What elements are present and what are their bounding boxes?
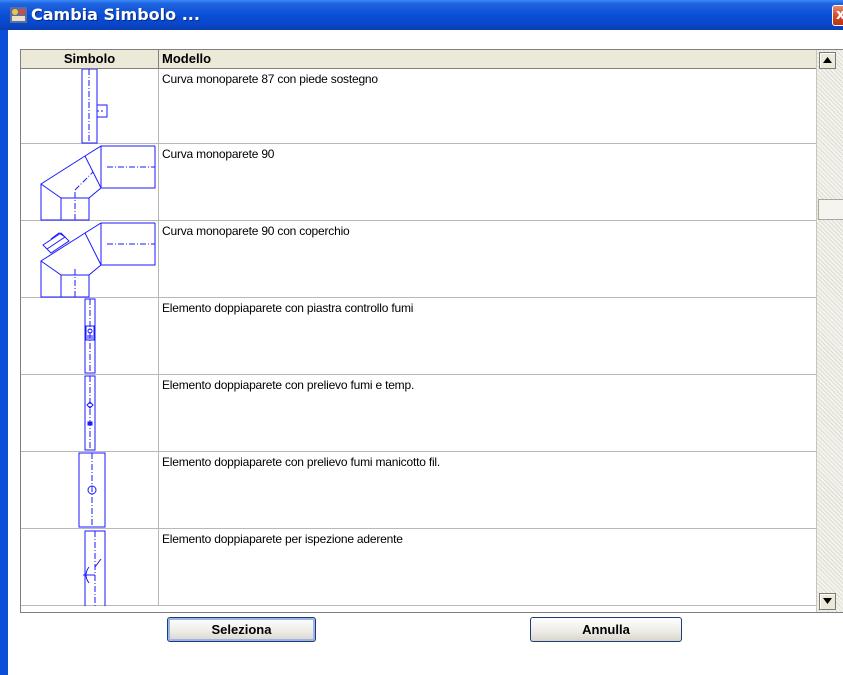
app-icon bbox=[10, 7, 27, 23]
pipe-smoke-temp-icon bbox=[84, 375, 96, 451]
symbol-cell bbox=[21, 144, 159, 221]
symbol-grid: Simbolo Modello Curva monoparete 87 con … bbox=[20, 49, 843, 613]
pipe-smoke-sleeve-icon bbox=[78, 452, 106, 528]
select-button[interactable]: Seleziona bbox=[167, 617, 316, 642]
elbow-87-support-icon bbox=[81, 69, 108, 144]
model-cell: Curva monoparete 90 con coperchio bbox=[162, 224, 350, 238]
model-cell: Curva monoparete 90 bbox=[162, 147, 275, 161]
column-header-symbol[interactable]: Simbolo bbox=[21, 50, 159, 68]
elbow-90-cover-icon bbox=[40, 222, 156, 298]
pipe-inspection-icon bbox=[83, 530, 106, 606]
pipe-smoke-plate-icon bbox=[84, 298, 96, 374]
column-header-model[interactable]: Modello bbox=[159, 50, 816, 68]
table-row[interactable]: Elemento doppiaparete con prelievo fumi … bbox=[21, 375, 816, 452]
table-row[interactable]: Curva monoparete 87 con piede sostegno bbox=[21, 69, 816, 144]
window-frame-left bbox=[0, 30, 8, 675]
table-row[interactable]: Elemento doppiaparete per ispezione ader… bbox=[21, 529, 816, 606]
arrow-down-icon bbox=[823, 598, 832, 604]
scroll-down-button[interactable] bbox=[819, 593, 836, 610]
close-button[interactable]: x bbox=[832, 5, 843, 26]
table-row[interactable]: Elemento doppiaparete con piastra contro… bbox=[21, 298, 816, 375]
model-cell: Elemento doppiaparete con prelievo fumi … bbox=[162, 455, 441, 469]
symbol-cell bbox=[21, 452, 159, 528]
grid-rows: Curva monoparete 87 con piede sostegno C… bbox=[21, 69, 816, 612]
cancel-button[interactable]: Annulla bbox=[530, 617, 682, 642]
scroll-thumb[interactable] bbox=[818, 199, 843, 220]
model-cell: Elemento doppiaparete per ispezione ader… bbox=[162, 532, 403, 546]
table-row[interactable]: Curva monoparete 90 bbox=[21, 144, 816, 221]
vertical-scrollbar[interactable] bbox=[816, 50, 843, 612]
symbol-cell bbox=[21, 529, 159, 606]
model-cell: Elemento doppiaparete con piastra contro… bbox=[162, 301, 414, 315]
scroll-up-button[interactable] bbox=[819, 52, 836, 69]
dialog-client-area: Simbolo Modello Curva monoparete 87 con … bbox=[8, 30, 843, 675]
window-title: Cambia Simbolo ... bbox=[31, 5, 200, 24]
elbow-90-icon bbox=[40, 145, 156, 221]
arrow-up-icon bbox=[823, 57, 832, 63]
model-cell: Curva monoparete 87 con piede sostegno bbox=[162, 72, 378, 86]
table-row[interactable]: Elemento doppiaparete con prelievo fumi … bbox=[21, 452, 816, 529]
symbol-cell bbox=[21, 375, 159, 451]
model-cell: Elemento doppiaparete con prelievo fumi … bbox=[162, 378, 415, 392]
symbol-cell bbox=[21, 69, 159, 144]
symbol-cell bbox=[21, 221, 159, 298]
table-row[interactable]: Curva monoparete 90 con coperchio bbox=[21, 221, 816, 298]
symbol-cell bbox=[21, 298, 159, 374]
title-bar: Cambia Simbolo ... x bbox=[0, 0, 843, 30]
grid-header: Simbolo Modello bbox=[21, 50, 816, 69]
